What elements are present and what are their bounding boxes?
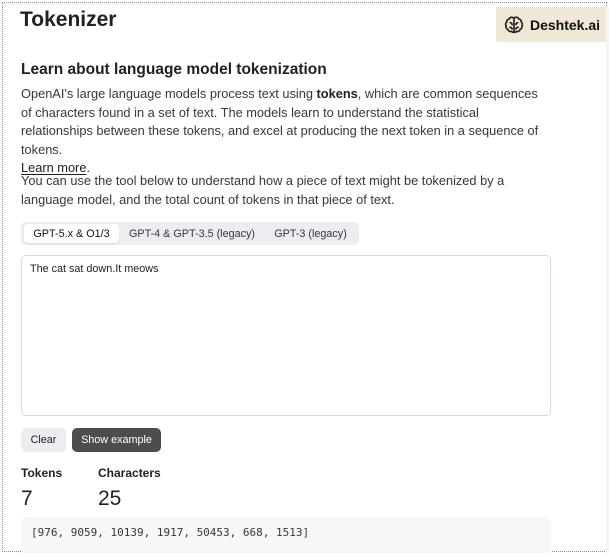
page-scrollbar[interactable]	[606, 8, 609, 553]
intro-text-start: OpenAI's large language models process t…	[21, 86, 317, 101]
tokens-keyword: tokens	[316, 86, 358, 101]
characters-label: Characters	[98, 466, 161, 480]
brain-icon	[504, 15, 524, 33]
token-count: Tokens 7	[21, 466, 62, 512]
tab-gpt-5x-o1-o3[interactable]: GPT-5.x & O1/3	[24, 224, 119, 243]
show-example-button[interactable]: Show example	[72, 428, 161, 452]
tool-description: You can use the tool below to understand…	[21, 173, 505, 207]
model-tabs: GPT-5.x & O1/3 GPT-4 & GPT-3.5 (legacy) …	[21, 222, 359, 245]
tokens-value: 7	[21, 487, 33, 510]
tokens-label: Tokens	[21, 466, 63, 480]
brand-badge: Deshtek.ai	[496, 7, 608, 42]
character-count: Characters 25	[98, 466, 161, 512]
tab-gpt-4-gpt-3-5-legacy[interactable]: GPT-4 & GPT-3.5 (legacy)	[119, 224, 265, 243]
intro-paragraph: OpenAI's large language models process t…	[21, 85, 549, 178]
characters-value: 25	[98, 487, 122, 510]
text-input[interactable]: The cat sat down.It meows	[21, 255, 551, 416]
page-title: Tokenizer	[20, 8, 117, 31]
section-heading: Learn about language model tokenization	[21, 61, 327, 78]
brand-name: Deshtek.ai	[530, 16, 601, 33]
clear-button[interactable]: Clear	[21, 428, 66, 452]
tab-gpt-3-legacy[interactable]: GPT-3 (legacy)	[265, 224, 356, 243]
tokenizer-page: Tokenizer Deshtek.ai Learn about languag…	[2, 2, 609, 553]
token-ids-output: [976, 9059, 10139, 1917, 50453, 668, 151…	[21, 517, 551, 553]
